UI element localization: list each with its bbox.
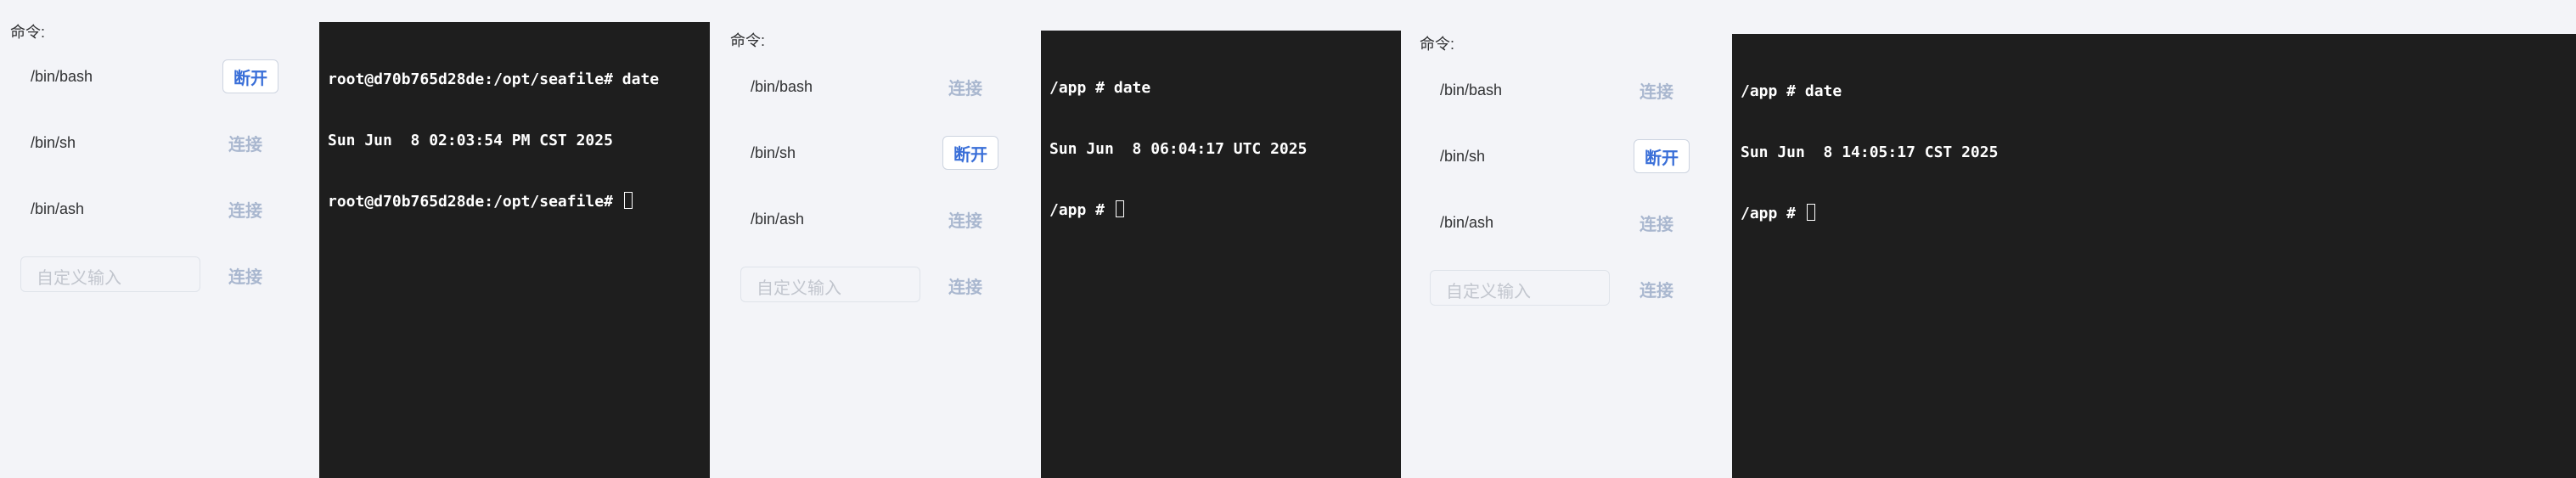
terminal-output[interactable]: /app # date Sun Jun 8 06:04:17 UTC 2025 … [1041, 31, 1401, 478]
shell-name: /bin/bash [31, 68, 93, 85]
terminal-line: /app # date [1049, 79, 1151, 97]
connect-button[interactable]: 连接 [217, 126, 273, 160]
command-sidebar: 命令: /bin/bash 断开 /bin/sh 连接 /bin/ash 连接 … [0, 0, 319, 478]
custom-connect-button[interactable]: 连接 [1628, 272, 1685, 306]
disconnect-button[interactable]: 断开 [1634, 139, 1690, 173]
terminal-cursor [1115, 200, 1124, 217]
terminal-line: /app # date [1741, 82, 1842, 100]
disconnect-button[interactable]: 断开 [222, 59, 278, 93]
connect-button[interactable]: 连接 [1628, 205, 1685, 239]
terminal-prompt: /app # [1741, 205, 1805, 222]
terminal-output[interactable]: root@d70b765d28de:/opt/seafile# date Sun… [319, 22, 710, 478]
shell-row-sh: /bin/sh 断开 [1401, 138, 1732, 175]
shell-row-bash: /bin/bash 连接 [710, 68, 1041, 105]
shell-row-bash: /bin/bash 断开 [0, 58, 319, 95]
shell-row-sh: /bin/sh 断开 [710, 134, 1041, 172]
shell-name: /bin/ash [1440, 214, 1494, 231]
terminal-prompt-line: /app # [1741, 204, 2568, 224]
terminal-line: Sun Jun 8 02:03:54 PM CST 2025 [328, 132, 613, 149]
shell-row-ash: /bin/ash 连接 [1401, 204, 1732, 241]
shell-row-bash: /bin/bash 连接 [1401, 71, 1732, 109]
terminal-line: root@d70b765d28de:/opt/seafile# date [328, 70, 660, 88]
shell-name: /bin/sh [1440, 148, 1486, 165]
shell-panel-1: 命令: /bin/bash 断开 /bin/sh 连接 /bin/ash 连接 … [0, 0, 710, 478]
shell-name: /bin/bash [1440, 82, 1503, 98]
terminal-prompt-line: /app # [1049, 200, 1392, 221]
connect-button[interactable]: 连接 [937, 70, 993, 104]
connect-button[interactable]: 连接 [217, 192, 273, 226]
shell-name: /bin/ash [751, 211, 805, 228]
shell-panel-2: 命令: /bin/bash 连接 /bin/sh 断开 /bin/ash 连接 … [710, 0, 1401, 478]
shell-name: /bin/ash [31, 200, 85, 217]
custom-connect-button[interactable]: 连接 [217, 258, 273, 292]
shell-name: /bin/sh [31, 134, 76, 151]
terminal-cursor [1806, 204, 1815, 221]
custom-command-input[interactable]: 自定义输入 [20, 256, 200, 292]
custom-command-input[interactable]: 自定义输入 [740, 267, 920, 302]
connect-button[interactable]: 连接 [1628, 73, 1685, 107]
shell-panel-3: 命令: /bin/bash 连接 /bin/sh 断开 /bin/ash 连接 … [1401, 0, 2576, 478]
custom-command-input[interactable]: 自定义输入 [1430, 270, 1610, 306]
shell-row-ash: /bin/ash 连接 [0, 190, 319, 228]
shell-name: /bin/bash [751, 78, 813, 95]
command-sidebar: 命令: /bin/bash 连接 /bin/sh 断开 /bin/ash 连接 … [710, 0, 1041, 478]
terminal-output[interactable]: /app # date Sun Jun 8 14:05:17 CST 2025 … [1732, 34, 2576, 478]
terminal-line: Sun Jun 8 14:05:17 CST 2025 [1741, 143, 1999, 161]
terminal-prompt-line: root@d70b765d28de:/opt/seafile# [328, 192, 701, 212]
shell-row-ash: /bin/ash 连接 [710, 200, 1041, 238]
command-label: 命令: [10, 24, 46, 41]
terminal-cursor [623, 192, 633, 209]
terminal-prompt: /app # [1049, 201, 1114, 219]
connect-button[interactable]: 连接 [937, 202, 993, 236]
command-label: 命令: [1420, 36, 1455, 53]
shell-name: /bin/sh [751, 144, 796, 161]
disconnect-button[interactable]: 断开 [942, 136, 998, 170]
terminal-line: Sun Jun 8 06:04:17 UTC 2025 [1049, 140, 1308, 158]
custom-connect-button[interactable]: 连接 [937, 268, 993, 302]
command-label: 命令: [730, 32, 766, 49]
command-sidebar: 命令: /bin/bash 连接 /bin/sh 断开 /bin/ash 连接 … [1401, 0, 1732, 478]
terminal-prompt: root@d70b765d28de:/opt/seafile# [328, 193, 622, 211]
shell-row-sh: /bin/sh 连接 [0, 124, 319, 161]
